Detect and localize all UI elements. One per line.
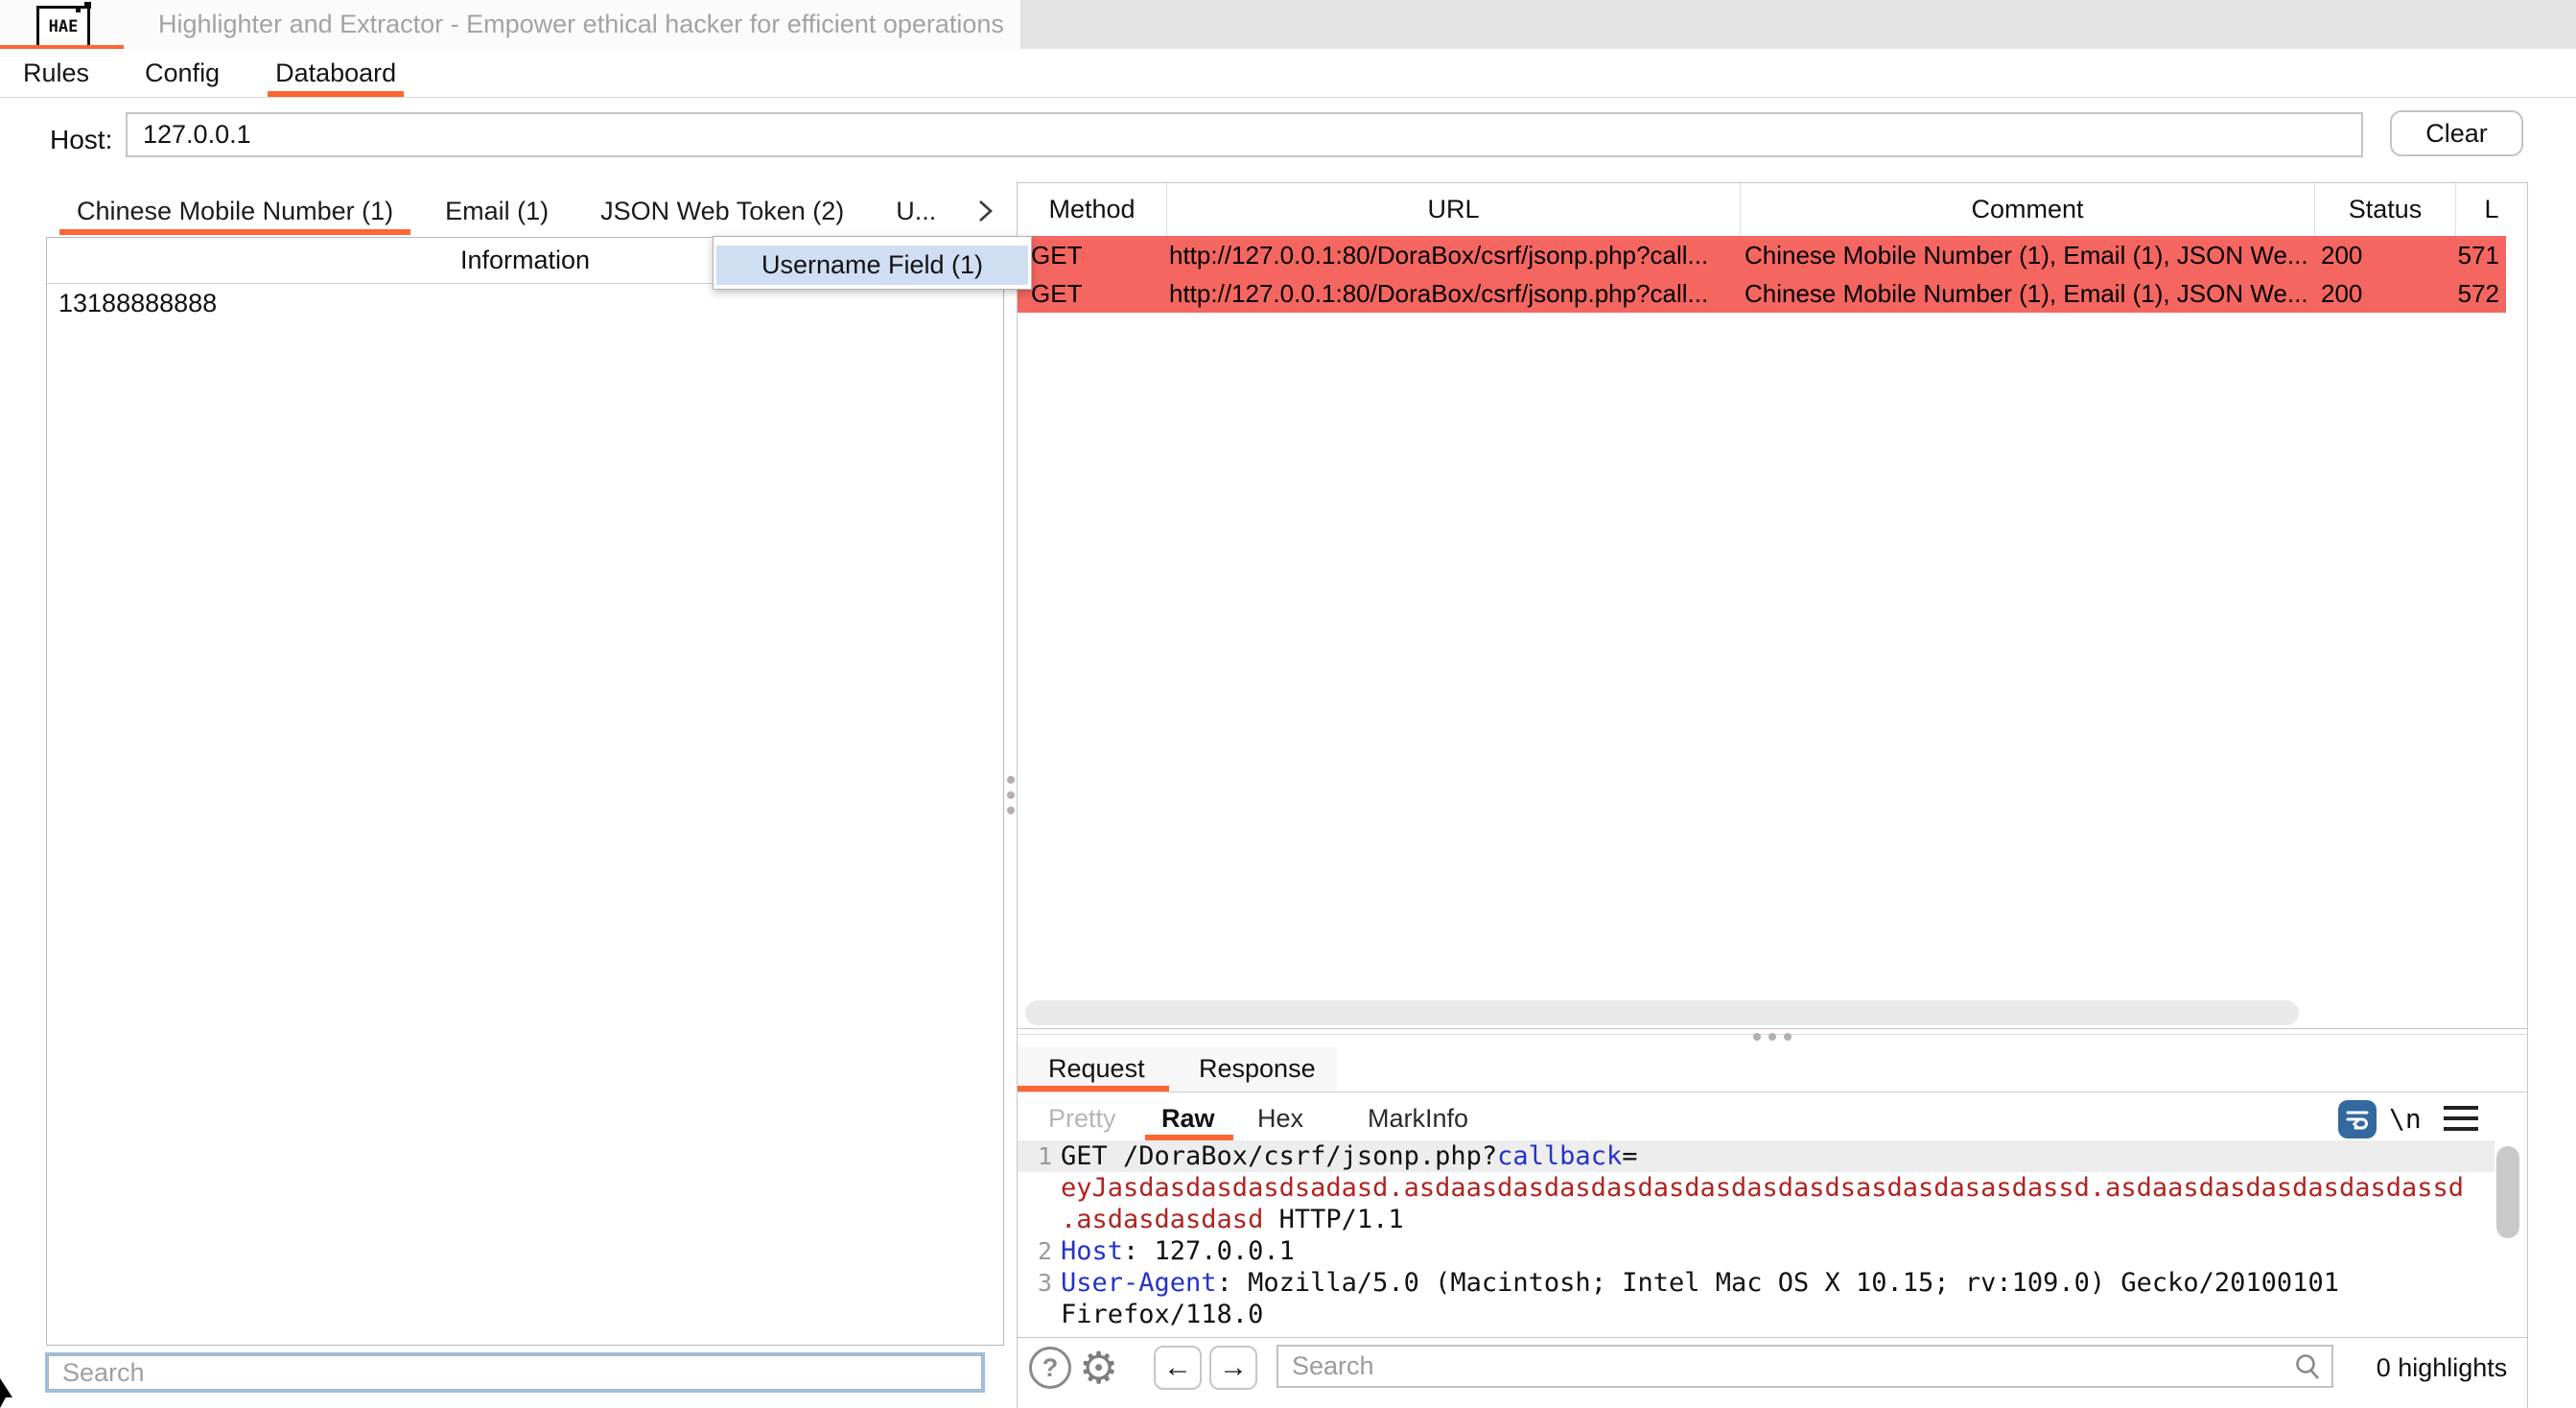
cell-length: 571 bbox=[2456, 241, 2506, 270]
tab-markinfo[interactable]: MarkInfo bbox=[1368, 1096, 1468, 1140]
hae-logo-icon[interactable]: HAE bbox=[36, 6, 90, 48]
hae-logo-text: HAE bbox=[49, 17, 79, 36]
main-tab-bar: Rules Config Databoard bbox=[0, 49, 2576, 98]
traffic-panel: Method URL Comment Status L GET http://1… bbox=[1017, 182, 2528, 1408]
cell-method: GET bbox=[1018, 241, 1167, 270]
code-keyword: Host bbox=[1061, 1236, 1123, 1266]
hae-logo-pixel bbox=[84, 2, 91, 9]
highlights-count: 0 highlights bbox=[2356, 1338, 2527, 1398]
code-text: GET /DoraBox/csrf/jsonp.php? bbox=[1061, 1141, 1497, 1171]
code-text: Firefox/118.0 bbox=[1061, 1300, 1263, 1329]
tab-hex[interactable]: Hex bbox=[1257, 1096, 1303, 1140]
editor-search-bar: ? ⚙ ← → 0 highlights bbox=[1018, 1337, 2527, 1408]
host-label: Host: bbox=[50, 97, 112, 183]
tab-chinese-mobile-number[interactable]: Chinese Mobile Number (1) bbox=[59, 187, 410, 235]
tab-rules[interactable]: Rules bbox=[15, 49, 97, 97]
vertical-splitter-handle[interactable] bbox=[1006, 776, 1015, 814]
help-icon[interactable]: ? bbox=[1029, 1347, 1071, 1389]
view-mode-tab-bar: Pretty Raw Hex MarkInfo \n bbox=[1018, 1096, 2527, 1140]
cell-url: http://127.0.0.1:80/DoraBox/csrf/jsonp.p… bbox=[1167, 279, 1741, 309]
line-number: 3 bbox=[1018, 1269, 1061, 1297]
hamburger-menu-icon[interactable] bbox=[2444, 1096, 2478, 1140]
hae-logo-pixel bbox=[76, 8, 81, 12]
message-tab-bar: Request Response bbox=[1018, 1046, 2527, 1092]
tab-username-field-truncated[interactable]: U... bbox=[878, 187, 953, 235]
column-header-method[interactable]: Method bbox=[1018, 183, 1167, 236]
hae-extension-window: HAE Highlighter and Extractor - Empower … bbox=[0, 0, 2576, 1408]
chevron-right-icon[interactable] bbox=[971, 197, 999, 225]
dropdown-item-username-field[interactable]: Username Field (1) bbox=[716, 246, 1028, 285]
newline-toggle-button[interactable]: \n bbox=[2389, 1096, 2422, 1140]
tab-response[interactable]: Response bbox=[1199, 1046, 1316, 1091]
line-number: 2 bbox=[1018, 1237, 1061, 1265]
tab-overflow-dropdown: Username Field (1) bbox=[713, 236, 1032, 290]
code-line: eyJasdasdasdasdsadasd.asdaasdasdasdasdas… bbox=[1018, 1172, 2494, 1204]
code-line: .asdasdasdasd HTTP/1.1 bbox=[1018, 1204, 2494, 1235]
table-row[interactable]: GET http://127.0.0.1:80/DoraBox/csrf/jso… bbox=[1018, 274, 2506, 313]
tab-config[interactable]: Config bbox=[137, 49, 227, 97]
code-line: Firefox/118.0 bbox=[1018, 1299, 2494, 1330]
table-row[interactable]: 13188888888 bbox=[47, 284, 1003, 322]
cell-method: GET bbox=[1018, 279, 1167, 309]
word-wrap-toggle-button[interactable] bbox=[2338, 1100, 2377, 1138]
word-wrap-icon bbox=[2344, 1106, 2371, 1133]
code-keyword: callback bbox=[1497, 1141, 1622, 1171]
cell-comment: Chinese Mobile Number (1), Email (1), JS… bbox=[1741, 279, 2315, 309]
code-line: 1 GET /DoraBox/csrf/jsonp.php?callback= bbox=[1018, 1140, 2494, 1172]
column-header-length[interactable]: L bbox=[2456, 183, 2527, 236]
cell-length: 572 bbox=[2456, 279, 2506, 309]
code-text: : 127.0.0.1 bbox=[1123, 1236, 1295, 1266]
data-type-tab-bar: Chinese Mobile Number (1) Email (1) JSON… bbox=[46, 187, 1018, 235]
tab-json-web-token[interactable]: JSON Web Token (2) bbox=[583, 187, 861, 235]
code-text: = bbox=[1622, 1141, 1637, 1171]
information-search-input[interactable] bbox=[48, 1355, 982, 1390]
line-number: 1 bbox=[1018, 1142, 1061, 1170]
editor-search-field bbox=[1276, 1345, 2333, 1388]
column-header-comment[interactable]: Comment bbox=[1741, 183, 2315, 236]
information-table: Information 13188888888 bbox=[46, 237, 1004, 1346]
horizontal-scrollbar[interactable] bbox=[1025, 1000, 2299, 1025]
code-text: HTTP/1.1 bbox=[1263, 1205, 1403, 1234]
code-line: 2 Host: 127.0.0.1 bbox=[1018, 1235, 2494, 1267]
panel-divider bbox=[1018, 1028, 2527, 1029]
tab-email[interactable]: Email (1) bbox=[428, 187, 566, 235]
previous-match-button[interactable]: ← bbox=[1154, 1346, 1202, 1390]
clear-button[interactable]: Clear bbox=[2390, 110, 2523, 156]
extension-title: Highlighter and Extractor - Empower ethi… bbox=[158, 0, 1004, 48]
next-match-button[interactable]: → bbox=[1209, 1346, 1257, 1390]
request-editor[interactable]: 1 GET /DoraBox/csrf/jsonp.php?callback= … bbox=[1018, 1140, 2527, 1337]
gear-icon[interactable]: ⚙ bbox=[1079, 1338, 1118, 1397]
active-message-tab-indicator bbox=[1018, 1086, 1169, 1091]
code-line: 3 User-Agent: Mozilla/5.0 (Macintosh; In… bbox=[1018, 1267, 2494, 1299]
cell-status: 200 bbox=[2315, 241, 2456, 270]
results-table-header: Method URL Comment Status L bbox=[1018, 183, 2527, 236]
tab-pretty[interactable]: Pretty bbox=[1048, 1096, 1116, 1140]
code-text: : Mozilla/5.0 (Macintosh; Intel Mac OS X… bbox=[1217, 1268, 2339, 1298]
cell-url: http://127.0.0.1:80/DoraBox/csrf/jsonp.p… bbox=[1167, 241, 1741, 270]
editor-search-input[interactable] bbox=[1276, 1345, 2333, 1388]
title-bar: HAE Highlighter and Extractor - Empower … bbox=[0, 0, 2576, 50]
column-header-url[interactable]: URL bbox=[1167, 183, 1741, 236]
table-row[interactable]: GET http://127.0.0.1:80/DoraBox/csrf/jso… bbox=[1018, 236, 2506, 274]
vertical-scrollbar[interactable] bbox=[2496, 1146, 2519, 1238]
code-value: .asdasdasdasd bbox=[1061, 1205, 1263, 1234]
cell-status: 200 bbox=[2315, 279, 2456, 309]
horizontal-splitter-handle[interactable] bbox=[1753, 1032, 1791, 1041]
cell-comment: Chinese Mobile Number (1), Email (1), JS… bbox=[1741, 241, 2315, 270]
host-input[interactable] bbox=[126, 112, 2363, 157]
code-keyword: User-Agent bbox=[1061, 1268, 1217, 1298]
column-header-status[interactable]: Status bbox=[2315, 183, 2456, 236]
title-bar-background bbox=[1020, 0, 2576, 49]
code-value: eyJasdasdasdasdsadasd.asdaasdasdasdasdas… bbox=[1061, 1173, 2464, 1203]
tab-request[interactable]: Request bbox=[1048, 1046, 1145, 1091]
tab-databoard[interactable]: Databoard bbox=[268, 49, 404, 97]
search-icon bbox=[2293, 1352, 2322, 1386]
mouse-cursor bbox=[0, 1378, 17, 1408]
